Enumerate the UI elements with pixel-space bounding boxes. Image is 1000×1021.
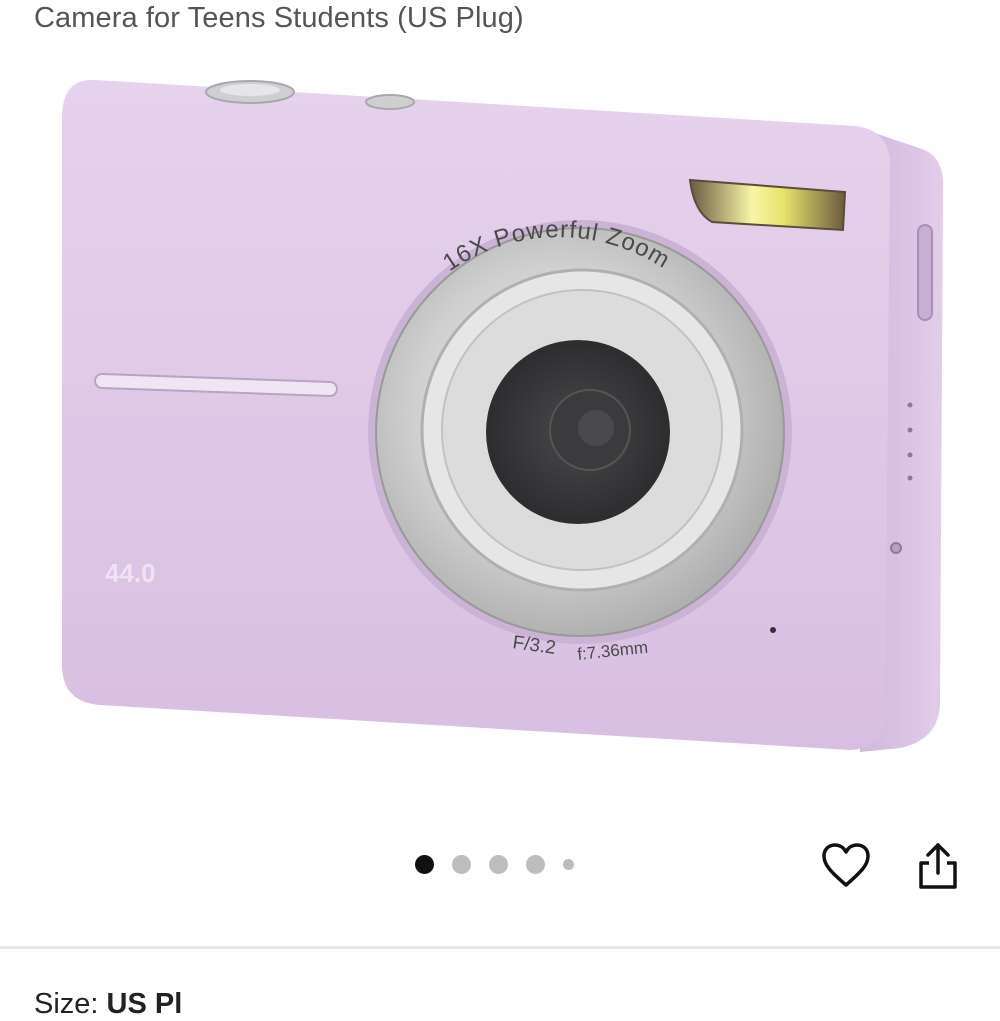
carousel-dot[interactable] (452, 855, 471, 874)
carousel-dot[interactable] (415, 855, 434, 874)
megapixel-badge: 44.0 (105, 558, 156, 588)
size-selector[interactable]: Size: US Pl (34, 988, 182, 1021)
carousel-dot[interactable] (526, 855, 545, 874)
power-button (365, 94, 415, 110)
size-value: US Pl (106, 988, 183, 1020)
size-label: Size: (34, 988, 99, 1020)
section-divider (0, 946, 1000, 949)
carousel-dots (415, 855, 574, 874)
favorite-button[interactable] (820, 840, 872, 892)
side-port (917, 224, 933, 321)
heart-icon (822, 843, 870, 887)
product-image[interactable]: 16X Powerful Zoom F/3.2 f:7.36mm 44.0 (0, 60, 1000, 780)
product-title: Camera for Teens Students (US Plug) (34, 2, 524, 34)
carousel-dot[interactable] (489, 855, 508, 874)
share-icon (919, 843, 957, 889)
carousel-dot[interactable] (563, 859, 574, 870)
share-button[interactable] (912, 840, 964, 892)
